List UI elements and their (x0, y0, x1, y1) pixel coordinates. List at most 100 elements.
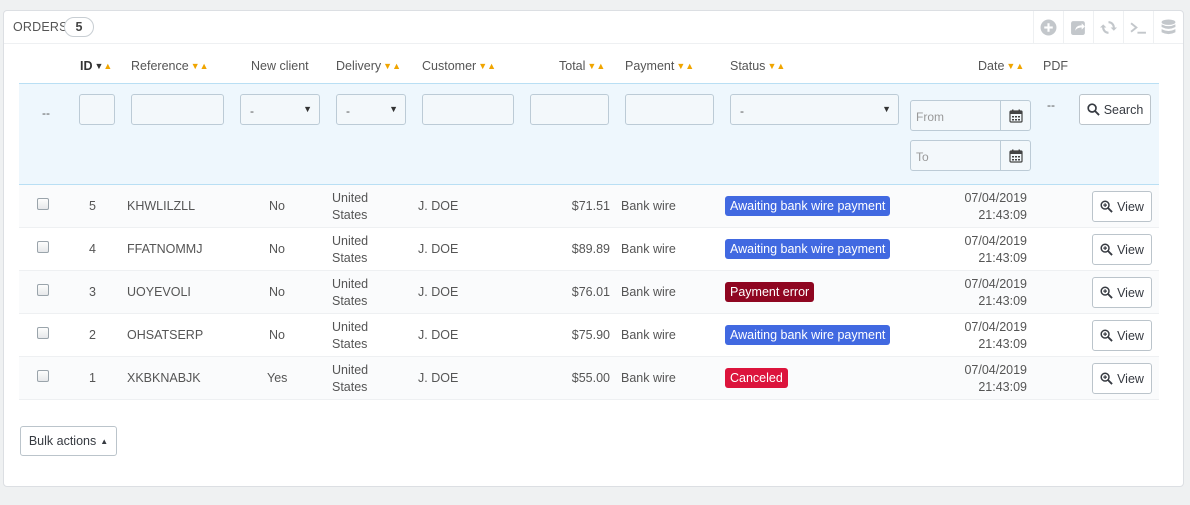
orders-count-badge: 5 (64, 17, 94, 37)
view-order-button[interactable]: View (1092, 277, 1152, 308)
panel-title: ORDERS (13, 20, 68, 34)
column-header-id[interactable]: ID ▼▲ (80, 59, 112, 73)
filter-date-from-input[interactable]: From (910, 100, 1001, 131)
column-header-total[interactable]: Total ▼▲ (559, 59, 605, 73)
order-id: 4 (89, 242, 96, 256)
filter-date-to-input[interactable]: To (910, 140, 1001, 171)
column-header-status[interactable]: Status ▼▲ (730, 59, 785, 73)
table-row[interactable]: 1 XKBKNABJK Yes United States J. DOE $55.00 Ban… (19, 357, 1159, 400)
filter-status-select[interactable]: - ▼ (730, 94, 899, 125)
column-header-status-label: Status (730, 59, 766, 73)
order-date-day: 07/04/2019 (964, 363, 1027, 377)
order-reference: UOYEVOLI (127, 285, 191, 299)
column-header-reference[interactable]: Reference ▼▲ (131, 59, 209, 73)
caret-down-icon: ▼ (303, 104, 312, 114)
sort-icon[interactable]: ▼▲ (478, 61, 496, 71)
column-header-payment[interactable]: Payment ▼▲ (625, 59, 694, 73)
sort-icon[interactable]: ▼▲ (191, 61, 209, 71)
search-button[interactable]: Search (1079, 94, 1151, 125)
order-date-time: 21:43:09 (978, 337, 1027, 351)
view-order-label: View (1117, 199, 1144, 214)
row-checkbox[interactable] (37, 198, 49, 210)
column-header-date[interactable]: Date ▼▲ (978, 59, 1024, 73)
sort-icon[interactable]: ▼▲ (383, 61, 401, 71)
filter-status-value: - (740, 104, 744, 118)
filter-payment-input[interactable] (625, 94, 714, 125)
zoom-in-icon (1100, 243, 1113, 256)
filter-new-client-select[interactable]: - ▼ (240, 94, 320, 125)
order-new-client: No (269, 285, 285, 299)
checkbox-filter-dash: -- (42, 106, 50, 120)
caret-down-icon: ▼ (882, 104, 891, 114)
order-date-day: 07/04/2019 (964, 234, 1027, 248)
order-delivery-line2: States (332, 251, 368, 265)
view-order-button[interactable]: View (1092, 363, 1152, 394)
zoom-in-icon (1100, 372, 1113, 385)
order-delivery: United States (332, 319, 368, 353)
order-reference: KHWLILZLL (127, 199, 196, 213)
export-icon[interactable] (1063, 11, 1093, 43)
order-customer: J. DOE (418, 285, 459, 299)
filter-total-input[interactable] (530, 94, 609, 125)
order-date-day: 07/04/2019 (964, 191, 1027, 205)
order-new-client: No (269, 242, 285, 256)
sql-manager-icon[interactable] (1153, 11, 1183, 43)
sort-icon[interactable]: ▼▲ (587, 61, 605, 71)
sort-icon[interactable]: ▼▲ (1006, 61, 1024, 71)
column-header-total-label: Total (559, 59, 586, 73)
row-checkbox[interactable] (37, 241, 49, 253)
order-reference: XKBKNABJK (127, 371, 201, 385)
table-row[interactable]: 4 FFATNOMMJ No United States J. DOE $89.89 Bank… (19, 228, 1159, 271)
filter-customer-input[interactable] (422, 94, 514, 125)
table-row[interactable]: 3 UOYEVOLI No United States J. DOE $76.01 Bank … (19, 271, 1159, 314)
column-header-new-client: New client (251, 59, 309, 73)
calendar-icon[interactable] (1001, 100, 1031, 131)
sort-icon[interactable]: ▼▲ (95, 61, 113, 71)
order-payment: Bank wire (621, 371, 676, 385)
sql-query-icon[interactable] (1123, 11, 1153, 43)
zoom-in-icon (1100, 286, 1113, 299)
table-row[interactable]: 5 KHWLILZLL No United States J. DOE $71.51 Bank… (19, 185, 1159, 228)
row-checkbox[interactable] (37, 370, 49, 382)
bulk-actions-button[interactable]: Bulk actions ▲ (20, 426, 117, 456)
order-date-day: 07/04/2019 (964, 320, 1027, 334)
refresh-icon[interactable] (1093, 11, 1123, 43)
row-checkbox[interactable] (37, 327, 49, 339)
bulk-actions-label: Bulk actions (28, 434, 97, 448)
order-delivery-line1: United (332, 234, 369, 248)
view-order-label: View (1117, 285, 1144, 300)
view-order-button[interactable]: View (1092, 191, 1152, 222)
order-delivery: United States (332, 362, 368, 396)
pdf-filter-dash: -- (1047, 98, 1055, 112)
order-total: $55.00 (571, 371, 610, 385)
column-header-id-label: ID (80, 59, 93, 73)
order-delivery-line2: States (332, 337, 368, 351)
filter-delivery-select[interactable]: - ▼ (336, 94, 406, 125)
order-delivery-line2: States (332, 380, 368, 394)
view-order-button[interactable]: View (1092, 320, 1152, 351)
view-order-button[interactable]: View (1092, 234, 1152, 265)
order-customer: J. DOE (418, 328, 459, 342)
column-header-customer[interactable]: Customer ▼▲ (422, 59, 496, 73)
order-status-badge: Awaiting bank wire payment (725, 239, 891, 259)
table-row[interactable]: 2 OHSATSERP No United States J. DOE $75.90 Bank… (19, 314, 1159, 357)
order-id: 1 (89, 371, 96, 385)
sort-icon[interactable]: ▼▲ (767, 61, 785, 71)
order-total: $71.51 (571, 199, 610, 213)
zoom-in-icon (1100, 200, 1113, 213)
row-checkbox[interactable] (37, 284, 49, 296)
column-header-delivery[interactable]: Delivery ▼▲ (336, 59, 401, 73)
sort-icon[interactable]: ▼▲ (676, 61, 694, 71)
caret-down-icon: ▼ (389, 104, 398, 114)
calendar-icon[interactable] (1001, 140, 1031, 171)
filter-reference-input[interactable] (131, 94, 224, 125)
filter-id-input[interactable] (79, 94, 115, 125)
order-id: 2 (89, 328, 96, 342)
column-header-customer-label: Customer (422, 59, 477, 73)
order-delivery-line1: United (332, 320, 369, 334)
order-delivery: United States (332, 233, 368, 267)
add-icon[interactable] (1033, 11, 1063, 43)
order-status-badge: Canceled (725, 368, 788, 388)
zoom-in-icon (1100, 329, 1113, 342)
order-customer: J. DOE (418, 199, 459, 213)
